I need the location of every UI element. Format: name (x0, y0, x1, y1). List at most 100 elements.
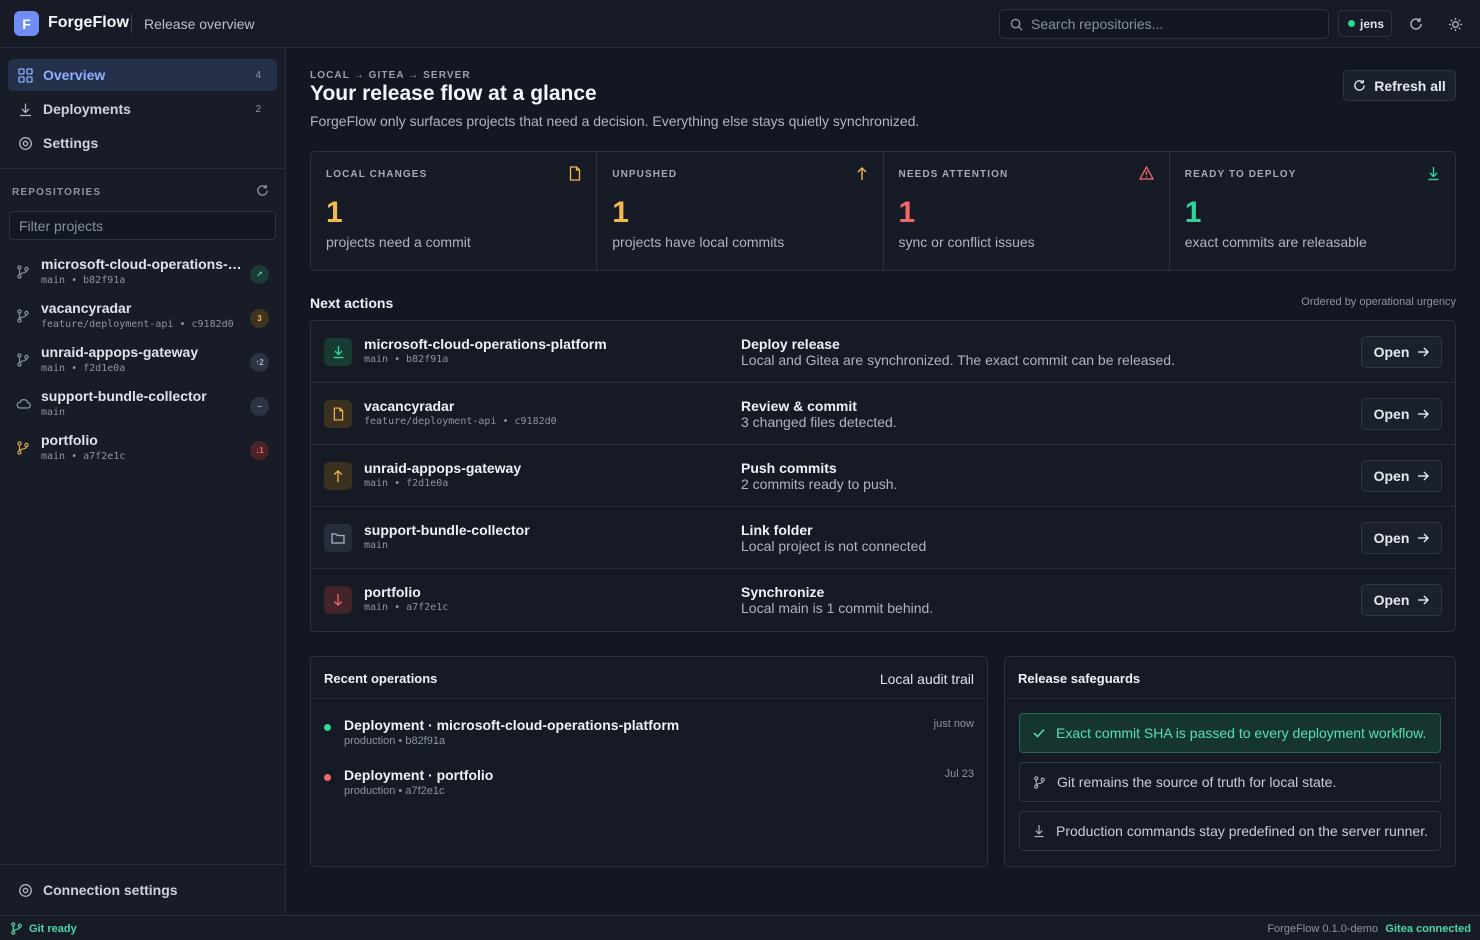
safeguard-text: Production commands stay predefined on t… (1056, 823, 1428, 839)
page-heading: Your release flow at a glance (310, 82, 597, 105)
status-dot (324, 774, 331, 781)
git-status-label: Git ready (29, 922, 77, 935)
action-project-name: unraid-appops-gateway (364, 460, 522, 476)
refresh-repos-icon[interactable] (256, 184, 269, 197)
download-icon (18, 102, 33, 117)
git-status[interactable]: Git ready (10, 922, 77, 935)
open-button[interactable]: Open (1361, 584, 1442, 616)
check-icon (1033, 728, 1045, 738)
next-actions-list: microsoft-cloud-operations-platform main… (310, 320, 1456, 632)
gitea-status[interactable]: Gitea connected (1385, 923, 1471, 935)
connection-settings-button[interactable]: Connection settings (8, 874, 277, 906)
action-project-meta: feature/deployment-api • c9182d0 (364, 416, 557, 427)
stat-label: projects need a commit (326, 234, 471, 250)
theme-toggle-icon[interactable] (1445, 14, 1465, 34)
file-icon (324, 400, 352, 428)
file-icon (569, 166, 581, 181)
repo-meta: main (41, 407, 66, 418)
download-icon (1427, 166, 1440, 181)
filter-box[interactable] (9, 211, 276, 240)
page-subtitle: ForgeFlow only surfaces projects that ne… (310, 113, 920, 129)
stat-ready-to-deploy[interactable]: READY TO DEPLOY 1 exact commits are rele… (1170, 152, 1455, 270)
repo-name: portfolio (41, 432, 98, 448)
version-label: ForgeFlow 0.1.0-demo (1267, 923, 1378, 935)
stat-unpushed[interactable]: UNPUSHED 1 projects have local commits (597, 152, 884, 270)
repo-meta: main • a7f2e1c (41, 451, 126, 462)
app-logo[interactable]: F (14, 11, 39, 36)
repo-meta: main • f2d1e0a (41, 363, 126, 374)
sidebar-divider (0, 864, 286, 865)
arrow-right-icon (1418, 409, 1430, 419)
stat-value: 1 (898, 196, 916, 229)
refresh-icon (1354, 79, 1365, 91)
stat-value: 1 (612, 196, 629, 229)
stat-title: LOCAL CHANGES (326, 169, 428, 180)
cloud-icon (16, 397, 31, 411)
operation-item[interactable]: Deployment · microsoft-cloud-operations-… (324, 713, 974, 749)
next-actions-hint: Ordered by operational urgency (1301, 296, 1456, 308)
panel-header: Recent operations Local audit trail (311, 657, 987, 699)
branch-icon (16, 265, 30, 279)
arrow-right-icon (1418, 347, 1430, 357)
repo-item[interactable]: microsoft-cloud-operations-platform main… (0, 255, 286, 295)
arrow-up-icon (856, 166, 868, 181)
search-input[interactable] (1031, 16, 1311, 32)
repo-meta: main • b82f91a (41, 275, 126, 286)
repo-item[interactable]: portfolio main • a7f2e1c ↓1 (0, 431, 286, 471)
action-title: Review & commit (741, 398, 857, 414)
branch-icon (16, 309, 30, 323)
search-icon (1010, 18, 1023, 31)
nav-label: Overview (43, 67, 106, 83)
stat-label: projects have local commits (612, 234, 785, 250)
stat-needs-attention[interactable]: NEEDS ATTENTION 1 sync or conflict issue… (884, 152, 1170, 270)
user-chip[interactable]: jens (1338, 10, 1392, 37)
action-row: unraid-appops-gateway main • f2d1e0a Pus… (311, 445, 1455, 507)
repo-item[interactable]: unraid-appops-gateway main • f2d1e0a ↑2 (0, 343, 286, 383)
open-button[interactable]: Open (1361, 398, 1442, 430)
operation-meta: production • a7f2e1c (344, 785, 445, 797)
refresh-all-button[interactable]: Refresh all (1343, 70, 1456, 101)
sidebar-divider (0, 168, 286, 169)
connection-settings-label: Connection settings (43, 882, 178, 898)
recent-operations-title: Recent operations (324, 671, 438, 686)
arrow-right-icon (1418, 533, 1430, 543)
warning-icon (1138, 166, 1154, 180)
release-safeguards-panel: Release safeguards Exact commit SHA is p… (1004, 656, 1456, 867)
operation-name: Deployment · portfolio (344, 767, 494, 783)
filter-projects-input[interactable] (19, 217, 259, 234)
repo-item[interactable]: vacancyradar feature/deployment-api • c9… (0, 299, 286, 339)
open-button[interactable]: Open (1361, 336, 1442, 368)
action-description: 2 commits ready to push. (741, 476, 898, 492)
recent-operations-panel: Recent operations Local audit trail Depl… (310, 656, 988, 867)
refresh-icon[interactable] (1406, 14, 1426, 34)
nav-deployments[interactable]: Deployments 2 (8, 93, 277, 125)
nav-label: Settings (43, 135, 99, 151)
operation-name: Deployment · microsoft-cloud-operations-… (344, 717, 680, 733)
repo-status-badge: – (250, 397, 269, 416)
branch-icon (16, 353, 30, 367)
audit-trail-link[interactable]: Local audit trail (880, 671, 974, 687)
repo-name: vacancyradar (41, 300, 132, 316)
stat-value: 1 (326, 196, 343, 229)
repo-item[interactable]: support-bundle-collector main – (0, 387, 286, 427)
open-label: Open (1373, 530, 1410, 546)
operation-item[interactable]: Deployment · portfolio production • a7f2… (324, 763, 974, 799)
open-button[interactable]: Open (1361, 522, 1442, 554)
nav-settings[interactable]: Settings (8, 127, 277, 159)
stat-local-changes[interactable]: LOCAL CHANGES 1 projects need a commit (311, 152, 598, 270)
open-label: Open (1373, 468, 1410, 484)
repo-name: support-bundle-collector (41, 388, 207, 404)
open-button[interactable]: Open (1361, 460, 1442, 492)
search-box[interactable] (999, 9, 1329, 39)
safeguard-text: Exact commit SHA is passed to every depl… (1056, 725, 1427, 741)
user-name: jens (1360, 16, 1385, 31)
action-project-meta: main • a7f2e1c (364, 602, 449, 613)
safeguard-text: Git remains the source of truth for loca… (1057, 774, 1337, 790)
arrow-right-icon (1418, 471, 1430, 481)
nav-count: 2 (255, 103, 261, 115)
operation-time: Jul 23 (944, 768, 974, 780)
action-project-name: portfolio (364, 584, 421, 600)
nav-overview[interactable]: Overview 4 (8, 59, 277, 91)
action-project-meta: main (364, 540, 389, 551)
arrow-up-icon (324, 462, 352, 490)
